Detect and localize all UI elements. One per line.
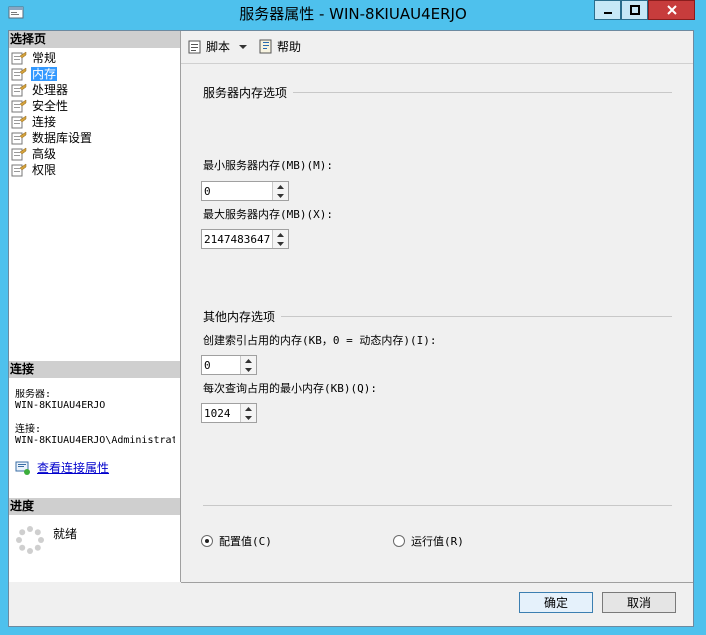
stepper-arrows bbox=[272, 182, 288, 200]
connection-value: WIN-8KIUAU4ERJO\Administrat bbox=[15, 435, 175, 446]
running-value-radio[interactable]: 运行值(R) bbox=[393, 533, 464, 549]
script-icon bbox=[188, 40, 201, 53]
running-value-label: 运行值(R) bbox=[411, 535, 464, 548]
sidebar-item-page[interactable]: 内存 bbox=[11, 66, 177, 82]
title-bar[interactable]: 服务器属性 - WIN-8KIUAU4ERJO bbox=[0, 0, 706, 28]
stepper-arrows bbox=[240, 404, 256, 422]
view-connection-link[interactable]: 查看连接属性 bbox=[37, 459, 109, 476]
page-label: 安全性 bbox=[32, 99, 69, 113]
stepper-arrows bbox=[240, 356, 256, 374]
page-icon bbox=[11, 67, 27, 81]
max-memory-stepper[interactable] bbox=[201, 229, 289, 249]
config-radio-circle[interactable] bbox=[201, 535, 213, 547]
index-memory-input[interactable] bbox=[203, 357, 241, 373]
options-divider bbox=[203, 505, 672, 506]
maximize-button[interactable] bbox=[621, 0, 648, 20]
page-icon bbox=[11, 51, 27, 65]
progress-spinner-icon bbox=[16, 526, 44, 554]
minimize-button[interactable] bbox=[594, 0, 621, 20]
max-memory-label: 最大服务器内存(MB)(X): bbox=[203, 208, 333, 221]
page-icon bbox=[11, 115, 27, 129]
config-value-radio[interactable]: 配置值(C) bbox=[201, 533, 272, 549]
group-divider bbox=[281, 316, 672, 317]
memory-page: 服务器内存选项 最小服务器内存(MB)(M): 最大服务器内存(MB)(X): … bbox=[181, 64, 693, 583]
page-label: 常规 bbox=[32, 51, 57, 65]
view-connection-properties[interactable]: 查看连接属性 bbox=[15, 459, 109, 476]
select-page-header: 选择页 bbox=[9, 31, 180, 48]
progress-status: 就绪 bbox=[53, 527, 78, 541]
maximize-icon bbox=[629, 5, 640, 15]
left-pane: 选择页 常规 内存 处理器 安全性 连接 数据库设置 高级 权限 连接 服务器: WIN-8K… bbox=[9, 31, 181, 582]
connection-label: 连接: bbox=[15, 424, 42, 435]
page-icon bbox=[11, 83, 27, 97]
stepper-up-icon[interactable] bbox=[241, 356, 256, 365]
page-label: 处理器 bbox=[32, 83, 69, 97]
stepper-down-icon[interactable] bbox=[273, 239, 288, 248]
sidebar-item-page[interactable]: 处理器 bbox=[11, 82, 177, 98]
page-label: 连接 bbox=[32, 115, 57, 129]
ok-button[interactable]: 确定 bbox=[519, 592, 593, 613]
sidebar-item-page[interactable]: 连接 bbox=[11, 114, 177, 130]
page-icon bbox=[11, 99, 27, 113]
dialog-client: 选择页 常规 内存 处理器 安全性 连接 数据库设置 高级 权限 连接 服务器: WIN-8K… bbox=[8, 30, 694, 627]
page-label: 内存 bbox=[31, 67, 58, 81]
sidebar-item-page[interactable]: 权限 bbox=[11, 162, 177, 178]
close-icon bbox=[666, 5, 677, 15]
page-label: 权限 bbox=[32, 163, 57, 177]
close-button[interactable] bbox=[648, 0, 695, 20]
help-icon bbox=[259, 39, 272, 53]
page-label: 数据库设置 bbox=[32, 131, 93, 145]
other-memory-group-title: 其他内存选项 bbox=[203, 310, 276, 324]
server-value: WIN-8KIUAU4ERJO bbox=[15, 400, 106, 411]
stepper-up-icon[interactable] bbox=[241, 404, 256, 413]
chevron-down-icon[interactable] bbox=[236, 42, 250, 52]
page-label: 高级 bbox=[32, 147, 57, 161]
connection-properties-icon bbox=[15, 461, 30, 475]
max-memory-input[interactable] bbox=[203, 231, 273, 247]
connection-header: 连接 bbox=[9, 361, 180, 378]
page-list: 常规内存处理器安全性连接数据库设置高级权限 bbox=[11, 50, 177, 178]
sidebar-item-page[interactable]: 高级 bbox=[11, 146, 177, 162]
min-memory-label: 最小服务器内存(MB)(M): bbox=[203, 159, 333, 172]
running-radio-circle[interactable] bbox=[393, 535, 405, 547]
sidebar-item-page[interactable]: 安全性 bbox=[11, 98, 177, 114]
stepper-up-icon[interactable] bbox=[273, 230, 288, 239]
page-icon bbox=[11, 163, 27, 177]
stepper-down-icon[interactable] bbox=[241, 413, 256, 422]
script-button[interactable]: 脚本 bbox=[187, 38, 250, 55]
query-memory-label: 每次查询占用的最小内存(KB)(Q): bbox=[203, 382, 377, 395]
index-memory-label: 创建索引占用的内存(KB，0 = 动态内存)(I): bbox=[203, 334, 437, 347]
group-divider bbox=[293, 92, 672, 93]
page-icon bbox=[11, 147, 27, 161]
script-label: 脚本 bbox=[206, 40, 231, 54]
help-label: 帮助 bbox=[277, 40, 302, 54]
progress-header: 进度 bbox=[9, 498, 180, 515]
server-label: 服务器: bbox=[15, 389, 52, 400]
index-memory-stepper[interactable] bbox=[201, 355, 257, 375]
help-button[interactable]: 帮助 bbox=[258, 38, 301, 55]
query-memory-input[interactable] bbox=[203, 405, 241, 421]
config-value-label: 配置值(C) bbox=[219, 535, 272, 548]
cancel-button[interactable]: 取消 bbox=[602, 592, 676, 613]
stepper-down-icon[interactable] bbox=[241, 365, 256, 374]
min-memory-stepper[interactable] bbox=[201, 181, 289, 201]
stepper-up-icon[interactable] bbox=[273, 182, 288, 191]
page-icon bbox=[11, 131, 27, 145]
stepper-down-icon[interactable] bbox=[273, 191, 288, 200]
sidebar-item-page[interactable]: 常规 bbox=[11, 50, 177, 66]
server-properties-window: 服务器属性 - WIN-8KIUAU4ERJO 选择页 常规内存处理器安全性连接… bbox=[0, 0, 706, 635]
minimize-icon bbox=[603, 12, 612, 14]
toolbar: 脚本 帮助 bbox=[181, 31, 693, 64]
stepper-arrows bbox=[272, 230, 288, 248]
connection-info: 服务器: WIN-8KIUAU4ERJO 连接: WIN-8KIUAU4ERJO… bbox=[15, 389, 175, 446]
query-memory-stepper[interactable] bbox=[201, 403, 257, 423]
min-memory-input[interactable] bbox=[203, 183, 273, 199]
server-memory-group-title: 服务器内存选项 bbox=[203, 86, 288, 100]
sidebar-item-page[interactable]: 数据库设置 bbox=[11, 130, 177, 146]
